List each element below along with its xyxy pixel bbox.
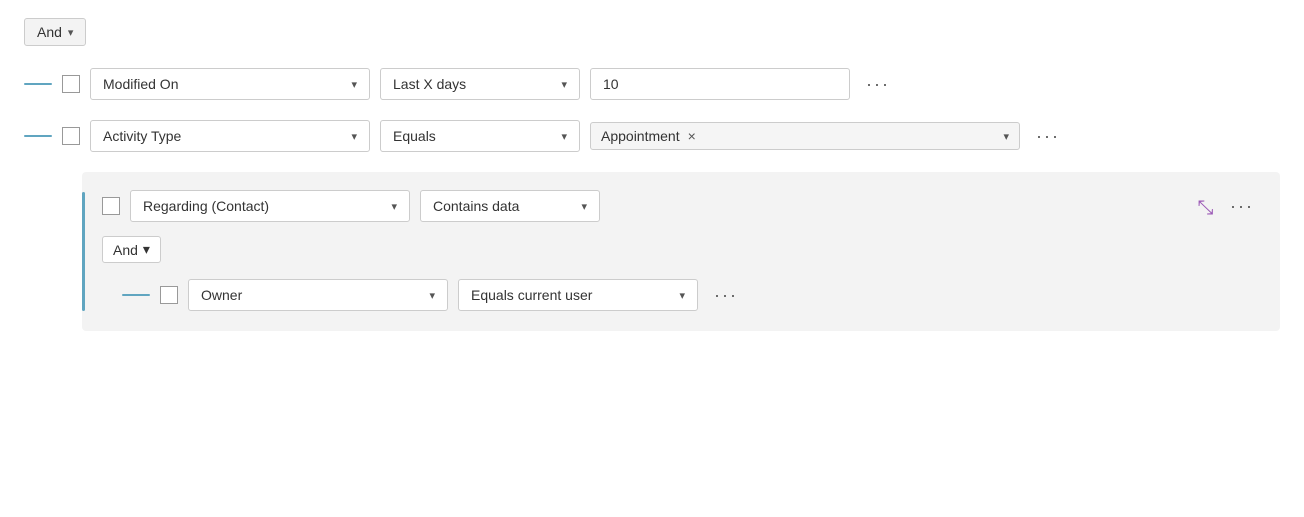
row1-checkbox[interactable] (62, 75, 80, 93)
nested-operator-dropdown[interactable]: Equals current user ▾ (458, 279, 698, 311)
nested-operator-chevron-icon: ▾ (679, 289, 685, 302)
row1-more-button[interactable]: ··· (860, 72, 896, 97)
top-and-label: And (37, 24, 62, 40)
row2-value-tag-close-icon[interactable]: × (688, 128, 696, 144)
nested-field-label: Owner (201, 287, 242, 303)
row1-operator-label: Last X days (393, 76, 466, 92)
nested-more-button[interactable]: ··· (708, 283, 744, 308)
page-container: And ▾ Modified On ▾ Last X days ▾ ··· Ac… (0, 0, 1304, 369)
nested-field-dropdown[interactable]: Owner ▾ (188, 279, 448, 311)
nested-row-line (122, 294, 150, 296)
row2-value-tag-inner: Appointment × (601, 128, 696, 144)
subgroup-field-dropdown[interactable]: Regarding (Contact) ▾ (130, 190, 410, 222)
row2-field-chevron-icon: ▾ (351, 130, 357, 143)
subgroup-and-button[interactable]: And ▾ (102, 236, 161, 263)
subgroup-operator-label: Contains data (433, 198, 519, 214)
row2-operator-dropdown[interactable]: Equals ▾ (380, 120, 580, 152)
subgroup-checkbox[interactable] (102, 197, 120, 215)
row2-field-label: Activity Type (103, 128, 181, 144)
top-and-chevron-icon: ▾ (68, 26, 74, 39)
subgroup-header-row: Regarding (Contact) ▾ Contains data ▾ ⤡ … (102, 190, 1260, 222)
row1-field-dropdown[interactable]: Modified On ▾ (90, 68, 370, 100)
subgroup-left-accent (82, 192, 85, 311)
subgroup-more-button[interactable]: ··· (1224, 194, 1260, 219)
row2-more-button[interactable]: ··· (1030, 124, 1066, 149)
filter-row-modified-on: Modified On ▾ Last X days ▾ ··· (24, 68, 1280, 100)
row2-operator-label: Equals (393, 128, 436, 144)
subgroup-collapse-icon[interactable]: ⤡ (1198, 195, 1214, 218)
subgroup-operator-chevron-icon: ▾ (581, 200, 587, 213)
nested-checkbox[interactable] (160, 286, 178, 304)
row1-operator-chevron-icon: ▾ (561, 78, 567, 91)
subgroup-and-label: And (113, 242, 138, 258)
nested-row-owner: Owner ▾ Equals current user ▾ ··· (122, 279, 1260, 311)
subgroup-panel: Regarding (Contact) ▾ Contains data ▾ ⤡ … (82, 172, 1280, 331)
row2-value-tag-container[interactable]: Appointment × ▾ (590, 122, 1020, 150)
row1-value-input[interactable] (590, 68, 850, 100)
row2-value-tag-text: Appointment (601, 128, 680, 144)
row-line-2 (24, 135, 52, 137)
row2-field-dropdown[interactable]: Activity Type ▾ (90, 120, 370, 152)
subgroup-and-chevron-icon: ▾ (143, 241, 150, 258)
row1-operator-dropdown[interactable]: Last X days ▾ (380, 68, 580, 100)
subgroup-operator-dropdown[interactable]: Contains data ▾ (420, 190, 600, 222)
top-and-button[interactable]: And ▾ (24, 18, 86, 46)
row1-field-label: Modified On (103, 76, 178, 92)
row2-value-chevron-icon: ▾ (1003, 130, 1009, 143)
nested-field-chevron-icon: ▾ (429, 289, 435, 302)
nested-operator-label: Equals current user (471, 287, 592, 303)
row-line-1 (24, 83, 52, 85)
row2-checkbox[interactable] (62, 127, 80, 145)
filter-row-activity-type: Activity Type ▾ Equals ▾ Appointment × ▾… (24, 120, 1280, 152)
subgroup-field-label: Regarding (Contact) (143, 198, 269, 214)
row2-operator-chevron-icon: ▾ (561, 130, 567, 143)
row1-field-chevron-icon: ▾ (351, 78, 357, 91)
subgroup-field-chevron-icon: ▾ (391, 200, 397, 213)
